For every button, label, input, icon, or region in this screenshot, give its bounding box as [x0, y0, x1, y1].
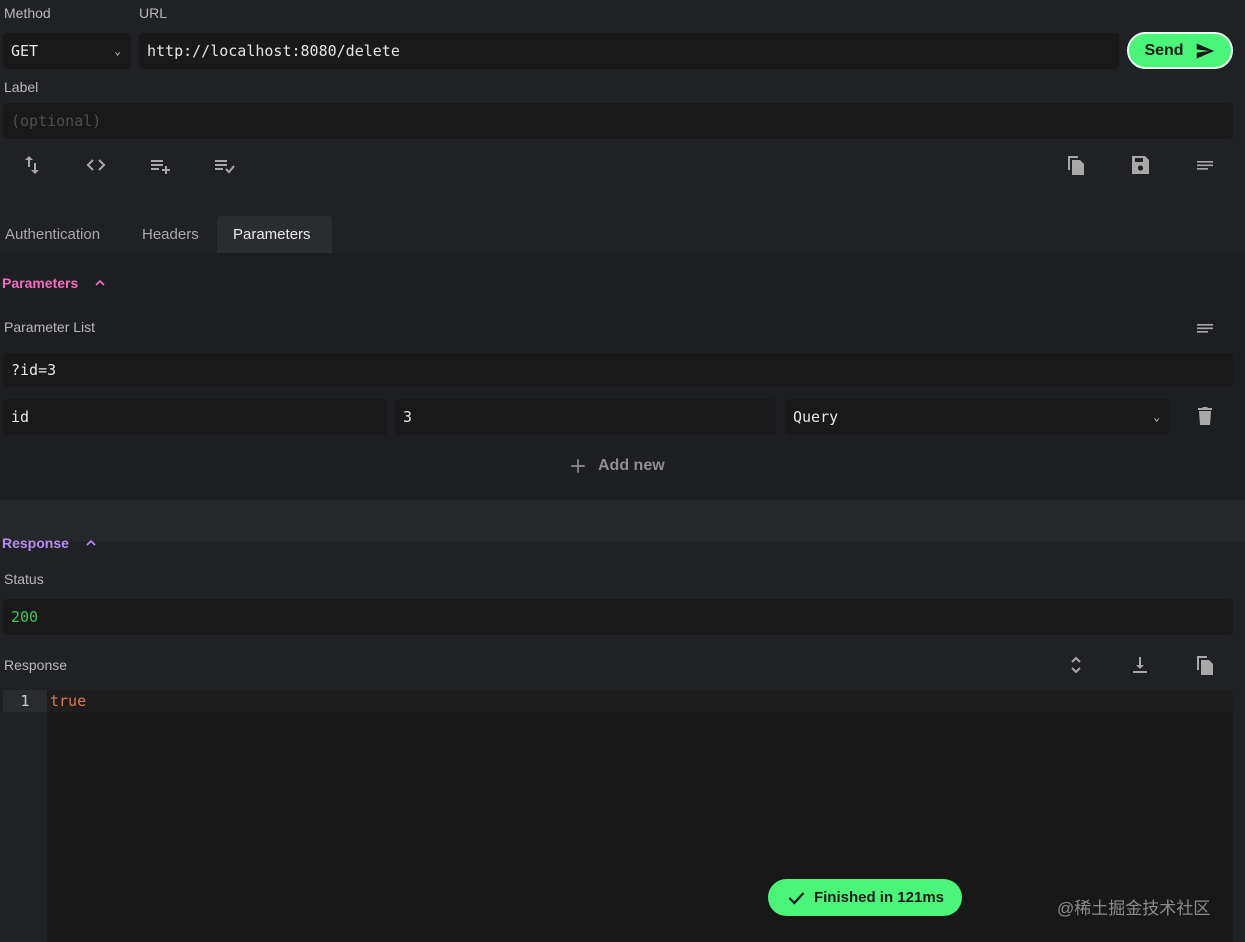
add-new-label: Add new — [598, 457, 665, 474]
parameter-raw-textarea[interactable]: ?id=3 — [3, 353, 1233, 387]
label-label: Label — [4, 79, 39, 95]
parameter-value-text: 3 — [403, 408, 413, 426]
line-gutter — [3, 690, 47, 942]
parameter-key-input[interactable]: id — [3, 399, 387, 435]
chevron-up-icon — [92, 275, 108, 291]
send-label: Send — [1144, 41, 1184, 59]
parameter-type-value: Query — [793, 408, 839, 426]
tab-label: Headers — [142, 226, 199, 243]
response-body-text: true — [50, 692, 87, 710]
tab-label: Authentication — [5, 226, 101, 243]
unfold-icon[interactable] — [1064, 653, 1088, 677]
chevron-down-icon: ⌄ — [1153, 410, 1160, 424]
label-placeholder: (optional) — [11, 112, 102, 130]
chevron-up-icon — [83, 535, 99, 551]
save-icon[interactable] — [1128, 153, 1152, 177]
status-field: 200 — [3, 599, 1233, 635]
response-section-title: Response — [2, 535, 69, 551]
send-button[interactable]: Send — [1127, 32, 1233, 69]
toast-text: Finished in 121ms — [813, 889, 945, 906]
notes-icon[interactable] — [1193, 153, 1217, 177]
active-line-highlight — [47, 690, 1233, 712]
parameter-raw-value: ?id=3 — [11, 361, 57, 379]
watermark: @稀土掘金技术社区 — [1057, 899, 1211, 918]
plus-icon — [568, 456, 588, 476]
copy-icon[interactable] — [1193, 653, 1217, 677]
status-label: Status — [4, 571, 44, 587]
status-value: 200 — [11, 608, 39, 626]
parameter-type-select[interactable]: Query ⌄ — [785, 399, 1170, 435]
parameters-section-title: Parameters — [2, 275, 79, 291]
response-section-header[interactable]: Response — [2, 535, 99, 551]
url-label: URL — [139, 5, 168, 21]
method-value: GET — [11, 42, 39, 60]
method-select[interactable]: GET ⌄ — [3, 33, 131, 69]
notes-icon[interactable] — [1193, 316, 1217, 340]
parameter-list-label: Parameter List — [4, 319, 96, 335]
send-icon — [1194, 41, 1216, 61]
swap-vertical-icon[interactable] — [20, 153, 44, 177]
tab-headers[interactable]: Headers — [137, 216, 204, 253]
playlist-check-icon[interactable] — [212, 153, 236, 177]
add-new-button[interactable]: Add new — [568, 454, 665, 478]
url-value: http://localhost:8080/delete — [147, 42, 400, 60]
tab-label: Parameters — [233, 226, 311, 243]
url-input[interactable]: http://localhost:8080/delete — [139, 33, 1119, 69]
label-input[interactable]: (optional) — [3, 103, 1233, 139]
response-editor[interactable] — [3, 690, 1233, 942]
response-label: Response — [4, 657, 68, 673]
toast-notification: Finished in 121ms — [768, 879, 962, 916]
section-divider — [0, 500, 1245, 542]
parameter-key-value: id — [11, 408, 30, 426]
code-icon[interactable] — [84, 153, 108, 177]
copy-icon[interactable] — [1064, 153, 1088, 177]
download-icon[interactable] — [1128, 653, 1152, 677]
method-label: Method — [4, 5, 51, 21]
chevron-down-icon: ⌄ — [114, 44, 121, 58]
tab-parameters[interactable]: Parameters — [217, 216, 332, 253]
parameter-value-input[interactable]: 3 — [395, 399, 776, 435]
line-number: 1 — [3, 690, 47, 712]
check-icon — [786, 888, 806, 908]
parameters-section-header[interactable]: Parameters — [2, 275, 108, 291]
playlist-add-icon[interactable] — [148, 153, 172, 177]
tab-authentication[interactable]: Authentication — [0, 216, 105, 253]
delete-icon[interactable] — [1193, 404, 1217, 428]
